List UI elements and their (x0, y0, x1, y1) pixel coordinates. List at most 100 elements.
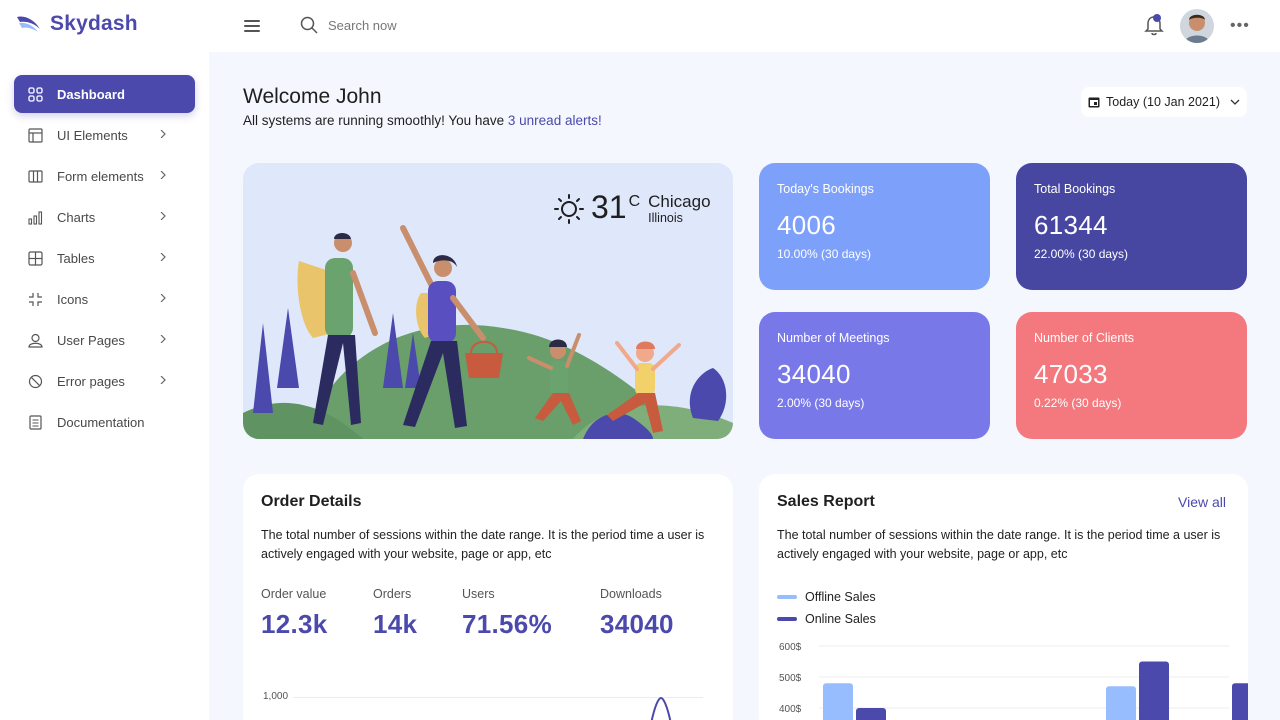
date-picker-button[interactable]: Today (10 Jan 2021) (1081, 87, 1247, 117)
chevron-right-icon (160, 376, 166, 384)
order-details-title: Order Details (261, 493, 362, 510)
stat-value: 34040 (777, 359, 851, 389)
welcome-subtitle: All systems are running smoothly! You ha… (243, 113, 602, 128)
avatar[interactable] (1180, 9, 1214, 43)
brand-name: Skydash (50, 12, 138, 35)
sidebar-item-error-pages[interactable]: Error pages (14, 362, 195, 400)
y-tick-label: 400$ (779, 704, 802, 715)
metric-order-value: Order value 12.3k (261, 587, 328, 640)
metric-value: 71.56% (462, 609, 552, 639)
y-tick-label: 600$ (779, 642, 802, 653)
sidebar-item-label: Dashboard (57, 86, 125, 102)
bar-offline-sales (823, 683, 853, 720)
stat-change: 0.22% (30 days) (1034, 396, 1122, 410)
bar-online-sales (1139, 661, 1169, 720)
stat-title: Number of Clients (1034, 331, 1135, 345)
stat-card-total-bookings: Total Bookings 61344 22.00% (30 days) (1016, 163, 1247, 290)
table-icon (28, 250, 43, 266)
sales-report-title: Sales Report (777, 493, 875, 510)
bar-online-sales (1232, 683, 1248, 720)
legend-label: Online Sales (805, 612, 876, 626)
sidebar: Dashboard UI Elements Form elements Char… (0, 52, 209, 720)
subtitle-text: All systems are running smoothly! You ha… (243, 113, 508, 128)
stat-value: 61344 (1034, 210, 1108, 240)
page-title: Welcome John (243, 85, 382, 108)
order-details-description: The total number of sessions within the … (261, 528, 705, 561)
chevron-right-icon (160, 212, 166, 220)
sidebar-item-form-elements[interactable]: Form elements (14, 157, 195, 195)
menu-toggle-icon[interactable] (244, 20, 260, 34)
sidebar-item-label: Tables (57, 250, 95, 266)
sidebar-item-label: UI Elements (57, 127, 128, 143)
sidebar-item-ui-elements[interactable]: UI Elements (14, 116, 195, 154)
order-details-card: Order Details The total number of sessio… (243, 474, 733, 720)
document-icon (29, 414, 42, 430)
metric-label: Users (462, 587, 495, 601)
state-name: Illinois (648, 211, 683, 225)
view-all-link[interactable]: View all (1178, 494, 1226, 510)
legend-offline-sales: Offline Sales (777, 590, 876, 604)
metric-downloads: Downloads 34040 (600, 587, 674, 640)
weather-info: 31 C Chicago Illinois (553, 189, 711, 225)
metric-value: 14k (373, 609, 418, 639)
stat-change: 2.00% (30 days) (777, 396, 865, 410)
sales-report-description: The total number of sessions within the … (777, 528, 1221, 561)
sidebar-item-charts[interactable]: Charts (14, 198, 195, 236)
search-bar (300, 16, 528, 34)
more-options-icon[interactable]: ••• (1230, 18, 1250, 34)
columns-icon (28, 169, 43, 183)
metric-label: Orders (373, 587, 412, 601)
stat-change: 22.00% (30 days) (1034, 247, 1129, 261)
chevron-right-icon (160, 130, 166, 138)
legend-online-sales: Online Sales (777, 612, 876, 626)
expand-icon (29, 292, 42, 306)
chevron-right-icon (160, 294, 166, 302)
bar-offline-sales (1106, 686, 1136, 720)
sidebar-item-label: Charts (57, 209, 96, 225)
metric-value: 34040 (600, 609, 674, 639)
sales-report-card: Sales Report View all The total number o… (759, 474, 1248, 720)
date-label: Today (10 Jan 2021) (1106, 95, 1220, 109)
sidebar-item-dashboard[interactable]: Dashboard (14, 75, 195, 113)
temperature-value: 31 (591, 189, 627, 225)
bar-online-sales (856, 708, 886, 720)
stat-title: Today's Bookings (777, 182, 874, 196)
stat-value: 4006 (777, 210, 837, 240)
stat-title: Total Bookings (1034, 182, 1116, 196)
metric-label: Downloads (600, 587, 662, 601)
y-tick-label: 500$ (779, 673, 802, 684)
sidebar-item-label: User Pages (57, 332, 125, 348)
metric-label: Order value (261, 587, 327, 601)
search-input[interactable] (328, 17, 528, 33)
sidebar-item-icons[interactable]: Icons (14, 280, 195, 318)
stat-card-number-of-clients: Number of Clients 47033 0.22% (30 days) (1016, 312, 1247, 439)
temperature-unit: C (628, 193, 641, 210)
sidebar-item-label: Form elements (57, 168, 144, 184)
city-name: Chicago (648, 192, 711, 211)
skydash-logo-icon (17, 16, 40, 32)
legend-swatch (777, 617, 797, 621)
ban-icon (28, 374, 43, 388)
legend-swatch (777, 595, 797, 599)
brand[interactable]: Skydash (14, 9, 138, 39)
location: Chicago Illinois (648, 192, 711, 226)
sidebar-item-tables[interactable]: Tables (14, 239, 195, 277)
legend-label: Offline Sales (805, 590, 876, 604)
metric-value: 12.3k (261, 609, 328, 639)
sidebar-item-label: Error pages (57, 373, 125, 389)
search-icon[interactable] (300, 16, 318, 34)
grid-icon (28, 86, 43, 102)
order-axis-label: 1,000 (263, 691, 289, 702)
stat-card-todays-bookings: Today's Bookings 4006 10.00% (30 days) (759, 163, 990, 290)
stat-title: Number of Meetings (777, 331, 890, 345)
top-navbar: Skydash ••• (0, 0, 1280, 52)
sidebar-item-documentation[interactable]: Documentation (14, 403, 195, 441)
unread-alerts-link[interactable]: 3 unread alerts! (508, 113, 602, 128)
metric-orders: Orders 14k (373, 587, 417, 640)
chevron-right-icon (160, 335, 166, 343)
sidebar-item-user-pages[interactable]: User Pages (14, 321, 195, 359)
chevron-down-icon (1230, 99, 1240, 105)
calendar-icon (1088, 97, 1100, 108)
chevron-right-icon (160, 171, 166, 179)
metric-users: Users 71.56% (462, 587, 552, 640)
